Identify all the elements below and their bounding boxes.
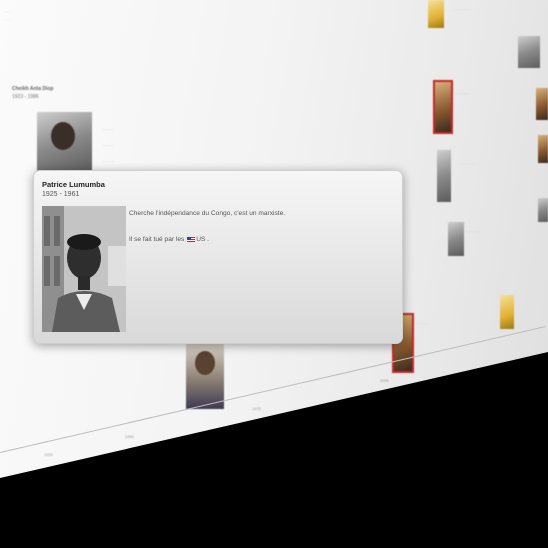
popup-description: Cherche l'indépendance du Congo, c'est u… bbox=[129, 210, 286, 217]
entry-years: 1923 - 1986 bbox=[12, 94, 39, 100]
entry-photo bbox=[518, 36, 540, 68]
person-popup-card[interactable]: Patrice Lumumba 1925 - 1961 Cherche l'in… bbox=[33, 170, 403, 344]
entry-photo bbox=[538, 135, 548, 163]
timeline-axis bbox=[0, 326, 546, 453]
timeline-tick: 1925 bbox=[44, 452, 53, 457]
timeline-tick: 2000 bbox=[380, 378, 389, 383]
entry-photo bbox=[433, 80, 453, 134]
popup-death-prefix: Il se fait tué par les bbox=[129, 236, 187, 243]
entry-photo bbox=[536, 88, 548, 120]
screen: · · · · · · Cheikh Anta Diop 1923 - 1986… bbox=[0, 0, 548, 548]
entry-photo bbox=[428, 0, 444, 28]
us-flag-icon bbox=[187, 236, 196, 242]
timeline-tick: 1950 bbox=[125, 434, 134, 439]
faint-text: · · · · · · · bbox=[452, 91, 468, 96]
popup-years: 1925 - 1961 bbox=[42, 191, 80, 198]
faint-text: · · · · · bbox=[103, 127, 115, 132]
portrait-icon bbox=[42, 206, 126, 332]
entry-photo bbox=[500, 295, 514, 329]
entry-name: Cheikh Anta Diop bbox=[12, 86, 54, 92]
faint-text: · · · · · · · · bbox=[452, 7, 471, 12]
popup-name: Patrice Lumumba bbox=[42, 180, 105, 189]
entry-photo bbox=[538, 198, 548, 222]
timeline-tick: 1975 bbox=[252, 406, 261, 411]
faint-text: · · · bbox=[4, 17, 11, 22]
faint-text: · · · · · bbox=[103, 159, 115, 164]
faint-text: · · · bbox=[4, 9, 11, 14]
entry-photo bbox=[448, 222, 464, 256]
faint-text: · · · · · · · bbox=[458, 161, 474, 166]
entry-photo bbox=[186, 343, 224, 409]
faint-text: · · · · · · bbox=[466, 229, 480, 234]
entry-photo bbox=[437, 150, 451, 202]
popup-death-note: Il se fait tué par les US . bbox=[129, 236, 209, 243]
entry-photo bbox=[37, 112, 92, 172]
popup-death-suffix: US . bbox=[196, 236, 210, 243]
faint-text: · · · · · · bbox=[415, 321, 429, 326]
popup-portrait bbox=[42, 206, 126, 332]
faint-text: · · · · · bbox=[103, 143, 115, 148]
